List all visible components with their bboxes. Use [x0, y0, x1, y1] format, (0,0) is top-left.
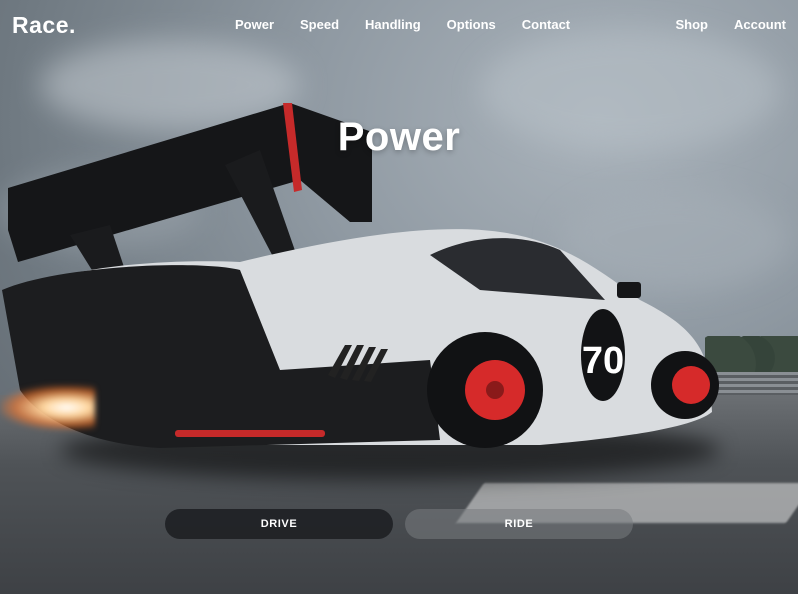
nav-right: Shop Account [676, 17, 787, 32]
top-navigation: Race. Power Speed Handling Options Conta… [0, 0, 798, 50]
nav-link-account[interactable]: Account [734, 17, 786, 32]
race-car-illustration: 70 [2, 103, 719, 448]
nav-link-shop[interactable]: Shop [676, 17, 709, 32]
nav-links: Power Speed Handling Options Contact [235, 17, 570, 32]
side-mirror [617, 282, 641, 298]
nav-link-contact[interactable]: Contact [522, 17, 570, 32]
nav-link-options[interactable]: Options [447, 17, 496, 32]
front-wheel-rim [672, 366, 710, 404]
nav-link-handling[interactable]: Handling [365, 17, 421, 32]
nav-link-power[interactable]: Power [235, 17, 274, 32]
ride-button[interactable]: RIDE [405, 509, 633, 539]
nav-link-speed[interactable]: Speed [300, 17, 339, 32]
hero-background-image: 70 [0, 0, 798, 594]
rear-light-strip [175, 430, 325, 437]
brand-logo[interactable]: Race. [12, 12, 76, 39]
exhaust-flame [0, 385, 95, 430]
page-title: Power [337, 114, 461, 159]
drive-button[interactable]: DRIVE [165, 509, 393, 539]
car-number: 70 [582, 340, 624, 382]
